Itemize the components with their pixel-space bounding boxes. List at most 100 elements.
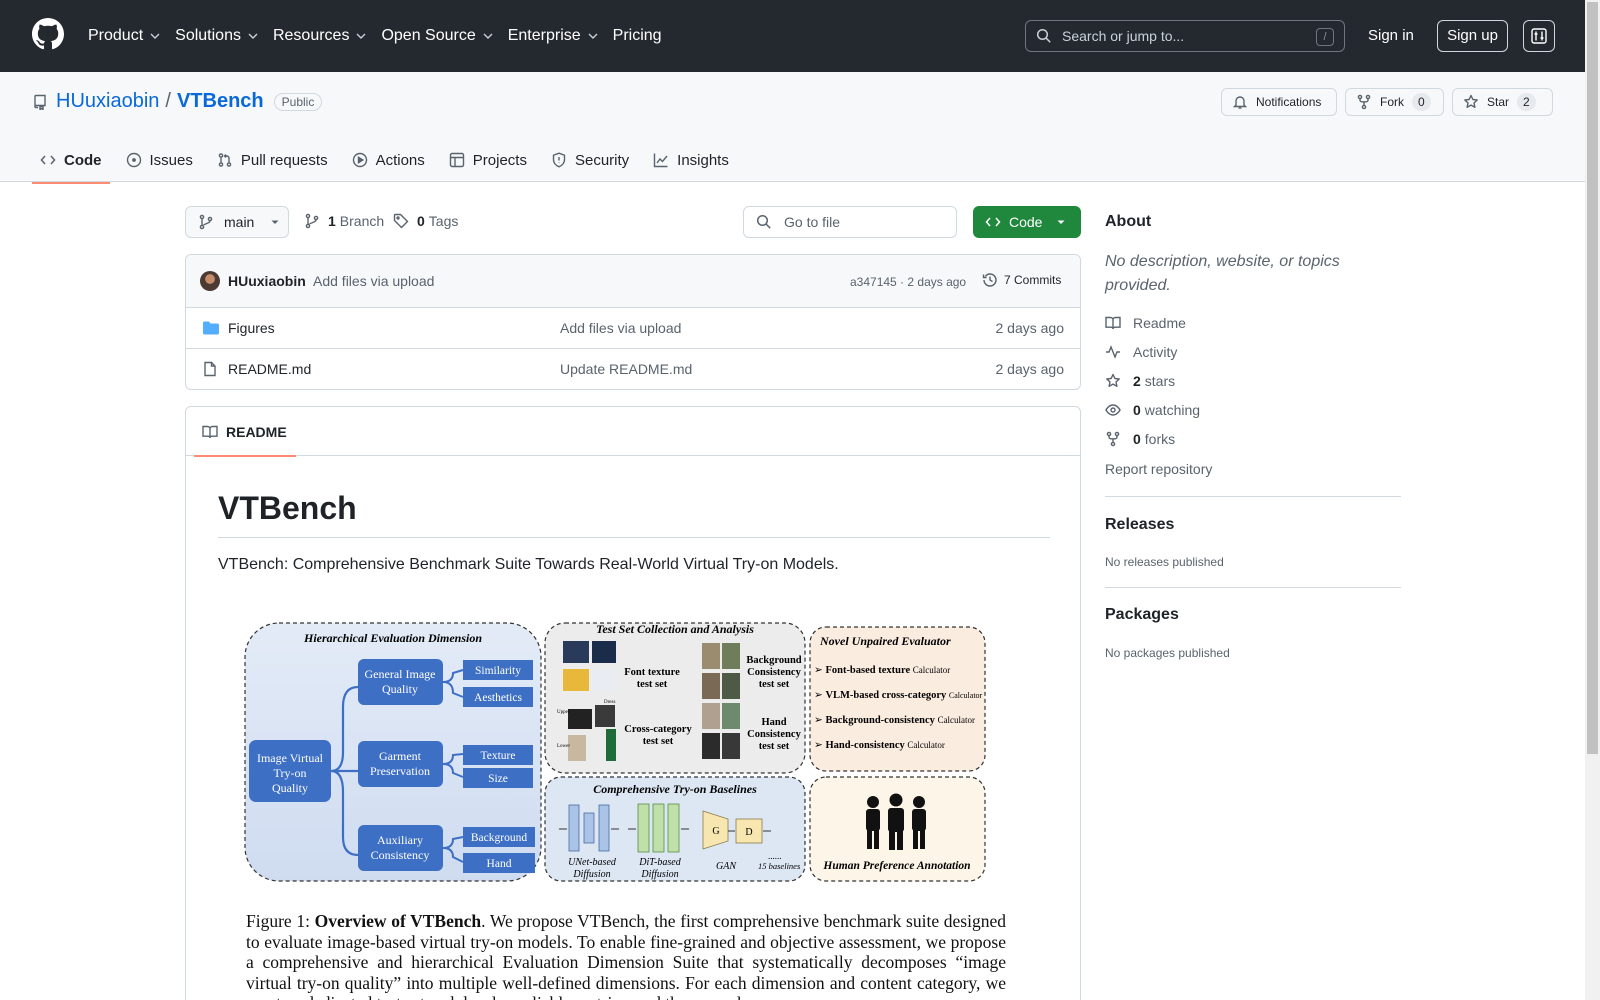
code-icon [40, 155, 56, 165]
nav-open-source[interactable]: Open Source [381, 24, 493, 48]
nav-product[interactable]: Product [88, 24, 161, 48]
fork-button[interactable]: Fork 0 [1345, 88, 1444, 116]
watchers-link[interactable]: 0 watching [1105, 402, 1200, 418]
nav-enterprise[interactable]: Enterprise [508, 24, 599, 48]
file-row[interactable]: README.md Update README.md 2 days ago [186, 349, 1080, 389]
overview-diagram: Hierarchical Evaluation Dimension Image … [244, 622, 986, 882]
evaluator-item: ➢ Font-based texture Calculator [814, 665, 950, 676]
tab-code[interactable]: Code [32, 138, 110, 184]
packages-empty-text: No packages published [1105, 646, 1230, 660]
notifications-label: Notifications [1256, 95, 1322, 109]
tab-pull-requests[interactable]: Pull requests [209, 138, 336, 182]
gan-g-label: G [712, 826, 719, 837]
go-to-file-input[interactable]: Go to file [743, 206, 957, 238]
testset-tag: Lower [557, 744, 570, 749]
file-commit-message[interactable]: Update README.md [560, 361, 692, 377]
figure-caption: Figure 1: Overview of VTBench. We propos… [246, 911, 1006, 1000]
releases-heading[interactable]: Releases [1105, 516, 1174, 534]
evaluator-panel-title: Novel Unpaired Evaluator [819, 634, 951, 648]
forks-label: forks [1144, 431, 1176, 447]
readme-title: VTBench [218, 489, 1050, 539]
nav-resources[interactable]: Resources [273, 24, 367, 48]
overview-figure: Hierarchical Evaluation Dimension Image … [218, 597, 1050, 1000]
github-logo-icon[interactable] [32, 18, 64, 50]
file-name-link[interactable]: README.md [228, 361, 311, 377]
star-button[interactable]: Star 2 [1452, 88, 1553, 116]
issue-icon [126, 152, 141, 168]
stars-link[interactable]: 2 stars [1105, 373, 1175, 389]
search-icon [756, 214, 771, 229]
commits-label: 7 Commits [1004, 273, 1062, 287]
go-to-file-placeholder: Go to file [784, 214, 841, 230]
readme-link[interactable]: Readme [1105, 315, 1186, 331]
pull-request-icon [218, 153, 232, 167]
testset-panel-title: Test Set Collection and Analysis [596, 622, 754, 636]
chevron-down-icon [588, 33, 598, 39]
tag-count: 0 [417, 213, 425, 229]
readme-tab[interactable]: README [194, 407, 296, 457]
tab-projects[interactable]: Projects [441, 138, 535, 182]
baseline-label: GAN [716, 861, 737, 872]
branch-icon [305, 213, 319, 229]
latest-commit-row: HUuxiaobin Add files via upload a347145 … [186, 255, 1080, 308]
dim-node-label: Auxiliary Consistency [371, 833, 430, 862]
evaluator-item: ➢ VLM-based cross-category Calculator [814, 690, 983, 701]
tab-insights[interactable]: Insights [645, 138, 737, 182]
star-icon [1464, 94, 1478, 108]
pulse-icon [1106, 345, 1120, 359]
chevron-down-icon [150, 33, 160, 39]
commits-history-link[interactable]: 7 Commits [982, 272, 1061, 288]
hierarchy-panel-title: Hierarchical Evaluation Dimension [303, 631, 482, 645]
appearance-settings-button[interactable] [1523, 20, 1555, 52]
tag-icon [393, 213, 409, 229]
stars-count: 2 [1133, 373, 1141, 389]
search-icon [1036, 28, 1051, 43]
tab-actions[interactable]: Actions [344, 138, 433, 182]
nav-label: Pricing [612, 27, 662, 44]
commit-message-link[interactable]: Add files via upload [313, 273, 434, 289]
avatar[interactable] [200, 271, 220, 291]
nav-label: Solutions [175, 27, 241, 44]
report-repository-link[interactable]: Report repository [1105, 461, 1212, 477]
file-name-link[interactable]: Figures [228, 320, 275, 336]
commit-hash-time[interactable]: a347145 · 2 days ago [850, 275, 966, 289]
branches-link[interactable]: 1 Branch [304, 213, 384, 229]
file-row[interactable]: Figures Add files via upload 2 days ago [186, 308, 1080, 349]
tab-label: Insights [677, 151, 729, 169]
scrollbar-thumb[interactable] [1587, 2, 1598, 754]
notifications-button[interactable]: Notifications [1221, 88, 1337, 116]
branch-select-button[interactable]: main [185, 206, 289, 238]
about-description: No description, website, or topics provi… [1105, 253, 1340, 294]
readme-description: VTBench: Comprehensive Benchmark Suite T… [218, 556, 839, 574]
tags-link[interactable]: 0 Tags [393, 213, 458, 229]
sign-in-link[interactable]: Sign in [1368, 27, 1414, 44]
repo-tabs: Code Issues Pull requests Actions Projec… [32, 138, 745, 184]
branch-name: main [224, 214, 255, 230]
activity-link[interactable]: Activity [1105, 344, 1177, 360]
visibility-badge: Public [273, 92, 323, 111]
tab-issues[interactable]: Issues [118, 138, 201, 182]
testset-tag: Upper [557, 710, 570, 715]
repo-title: HUuxiaobin / VTBench Public [32, 90, 323, 113]
branch-count: 1 [328, 213, 336, 229]
activity-link-label: Activity [1133, 344, 1178, 360]
code-dropdown-button[interactable]: Code [973, 206, 1081, 238]
sign-up-button[interactable]: Sign up [1437, 20, 1508, 52]
commit-author-link[interactable]: HUuxiaobin [228, 273, 306, 289]
nav-solutions[interactable]: Solutions [175, 24, 259, 48]
tab-security[interactable]: Security [543, 138, 637, 182]
nav-pricing[interactable]: Pricing [613, 24, 662, 48]
file-commit-message[interactable]: Add files via upload [560, 320, 681, 336]
packages-heading[interactable]: Packages [1105, 606, 1179, 624]
forks-count: 0 [1133, 431, 1141, 447]
ellipsis-label: ...... [768, 851, 782, 861]
forks-link[interactable]: 0 forks [1105, 431, 1175, 447]
book-icon [1105, 316, 1121, 330]
search-input[interactable]: Search or jump to... / [1025, 20, 1345, 52]
repo-path-separator: / [165, 90, 171, 112]
search-shortcut-key: / [1316, 28, 1334, 46]
repo-name-link[interactable]: VTBench [177, 90, 264, 113]
caption-bold: Overview of VTBench [314, 911, 482, 931]
page-scrollbar[interactable] [1585, 0, 1600, 1000]
repo-owner-link[interactable]: HUuxiaobin [56, 90, 159, 113]
